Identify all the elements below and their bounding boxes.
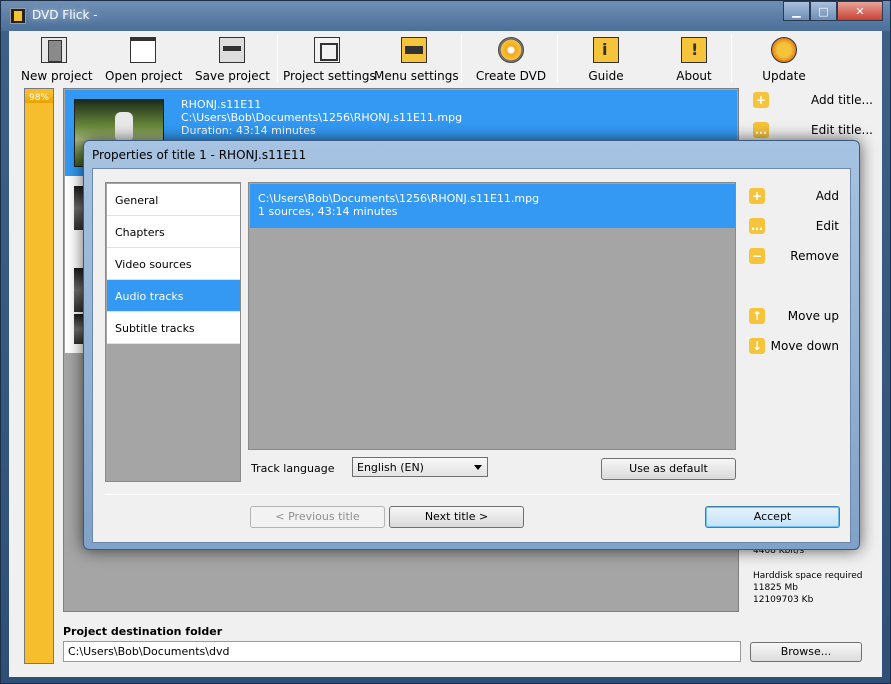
menu-settings-button[interactable]: Menu settings (374, 35, 459, 85)
save-icon (219, 37, 245, 63)
properties-dialog: Properties of title 1 - RHONJ.s11E11 Gen… (83, 140, 860, 550)
edit-title-button[interactable]: … Edit title... (753, 119, 873, 141)
about-button[interactable]: About (663, 35, 725, 85)
add-track-label: Add (815, 189, 839, 203)
create-dvd-label: Create DVD (475, 69, 547, 83)
nav-item-general[interactable]: General (107, 184, 240, 216)
new-project-label: New project (21, 69, 93, 83)
audio-track-path: C:\Users\Bob\Documents\1256\RHONJ.s11E11… (258, 192, 540, 205)
maximize-button[interactable]: □ (810, 1, 837, 21)
properties-nav: General Chapters Video sources Audio tra… (105, 182, 241, 482)
audio-tracks-list[interactable]: C:\Users\Bob\Documents\1256\RHONJ.s11E11… (248, 182, 736, 450)
move-down-label: Move down (770, 339, 839, 353)
arrow-down-icon: ↓ (749, 338, 765, 354)
guide-button[interactable]: Guide (575, 35, 637, 85)
close-button[interactable]: ✕ (837, 1, 883, 21)
harddisk-info: Harddisk space required 11825 Mb 1210970… (753, 570, 863, 606)
remove-track-label: Remove (790, 249, 839, 263)
project-settings-label: Project settings (283, 69, 376, 83)
previous-title-button[interactable]: < Previous title (250, 506, 385, 528)
minimize-button[interactable]: ▁ (783, 1, 810, 21)
toolbar: New project Open project Save project Pr… (9, 31, 882, 85)
film-icon (41, 37, 67, 63)
nav-item-video-sources[interactable]: Video sources (107, 248, 240, 280)
about-label: About (676, 69, 712, 83)
dialog-title: Properties of title 1 - RHONJ.s11E11 (92, 148, 307, 162)
window-controls: ▁ □ ✕ (783, 1, 883, 21)
folder-icon (130, 37, 156, 63)
title-item-text: RHONJ.s11E11 C:\Users\Bob\Documents\1256… (181, 98, 462, 137)
harddisk-mb: 11825 Mb (753, 583, 798, 593)
guide-label: Guide (588, 69, 624, 83)
chevron-down-icon (474, 465, 482, 470)
menu-settings-label: Menu settings (374, 69, 459, 83)
harddisk-label: Harddisk space required (753, 571, 863, 581)
save-project-button[interactable]: Save project (195, 35, 270, 85)
dvd-icon (498, 37, 524, 63)
dialog-body: General Chapters Video sources Audio tra… (92, 168, 851, 543)
toolbar-separator (461, 34, 462, 82)
new-project-button[interactable]: New project (21, 35, 93, 85)
next-title-button[interactable]: Next title > (389, 506, 524, 528)
settings-icon (314, 37, 340, 63)
move-down-button[interactable]: ↓ Move down (749, 336, 839, 356)
disc-usage-fill (25, 100, 53, 663)
track-language-value: English (EN) (357, 461, 424, 474)
window-title: DVD Flick - (32, 8, 98, 22)
menu-icon (401, 37, 427, 63)
title-path: C:\Users\Bob\Documents\1256\RHONJ.s11E11… (181, 111, 463, 124)
track-language-label: Track language (251, 462, 335, 475)
dialog-divider (105, 494, 840, 495)
update-icon (771, 37, 797, 63)
remove-icon: − (749, 248, 765, 264)
nav-item-subtitle-tracks[interactable]: Subtitle tracks (107, 312, 240, 344)
nav-item-chapters[interactable]: Chapters (107, 216, 240, 248)
toolbar-separator (277, 34, 278, 82)
accept-button[interactable]: Accept (705, 506, 840, 528)
audio-track-item[interactable]: C:\Users\Bob\Documents\1256\RHONJ.s11E11… (250, 184, 735, 228)
toolbar-separator (731, 34, 732, 82)
edit-track-button[interactable]: … Edit (749, 216, 839, 236)
open-project-button[interactable]: Open project (105, 35, 183, 85)
add-icon: + (753, 92, 769, 108)
destination-label: Project destination folder (63, 625, 223, 638)
project-settings-button[interactable]: Project settings (283, 35, 376, 85)
edit-icon: … (753, 122, 769, 138)
move-up-button[interactable]: ↑ Move up (749, 306, 839, 326)
edit-title-label: Edit title... (811, 123, 873, 137)
disc-usage-bar: 98% (24, 88, 54, 664)
destination-input[interactable]: C:\Users\Bob\Documents\dvd (63, 641, 741, 662)
edit-icon: … (749, 218, 765, 234)
add-track-button[interactable]: + Add (749, 186, 839, 206)
add-title-label: Add title... (811, 93, 873, 107)
use-as-default-button[interactable]: Use as default (601, 458, 736, 480)
audio-track-summary: 1 sources, 43:14 minutes (258, 205, 398, 218)
add-icon: + (749, 188, 765, 204)
edit-track-label: Edit (815, 219, 839, 233)
browse-button[interactable]: Browse... (750, 642, 862, 662)
title-duration: Duration: 43:14 minutes (181, 124, 316, 137)
title-name: RHONJ.s11E11 (181, 98, 262, 111)
arrow-up-icon: ↑ (749, 308, 765, 324)
add-title-button[interactable]: + Add title... (753, 89, 873, 111)
create-dvd-button[interactable]: Create DVD (475, 35, 547, 85)
about-icon (681, 37, 707, 63)
harddisk-kb: 12109703 Kb (753, 595, 814, 605)
nav-item-audio-tracks[interactable]: Audio tracks (107, 280, 240, 312)
app-icon (10, 8, 26, 24)
save-project-label: Save project (195, 69, 270, 83)
update-label: Update (762, 69, 806, 83)
guide-icon (593, 37, 619, 63)
update-button[interactable]: Update (753, 35, 815, 85)
disc-usage-percent: 98% (25, 93, 53, 103)
open-project-label: Open project (105, 69, 183, 83)
titlebar[interactable]: DVD Flick - ▁ □ ✕ (1, 1, 890, 31)
remove-track-button[interactable]: − Remove (749, 246, 839, 266)
toolbar-separator (557, 34, 558, 82)
track-language-select[interactable]: English (EN) (352, 457, 488, 477)
move-up-label: Move up (787, 309, 839, 323)
